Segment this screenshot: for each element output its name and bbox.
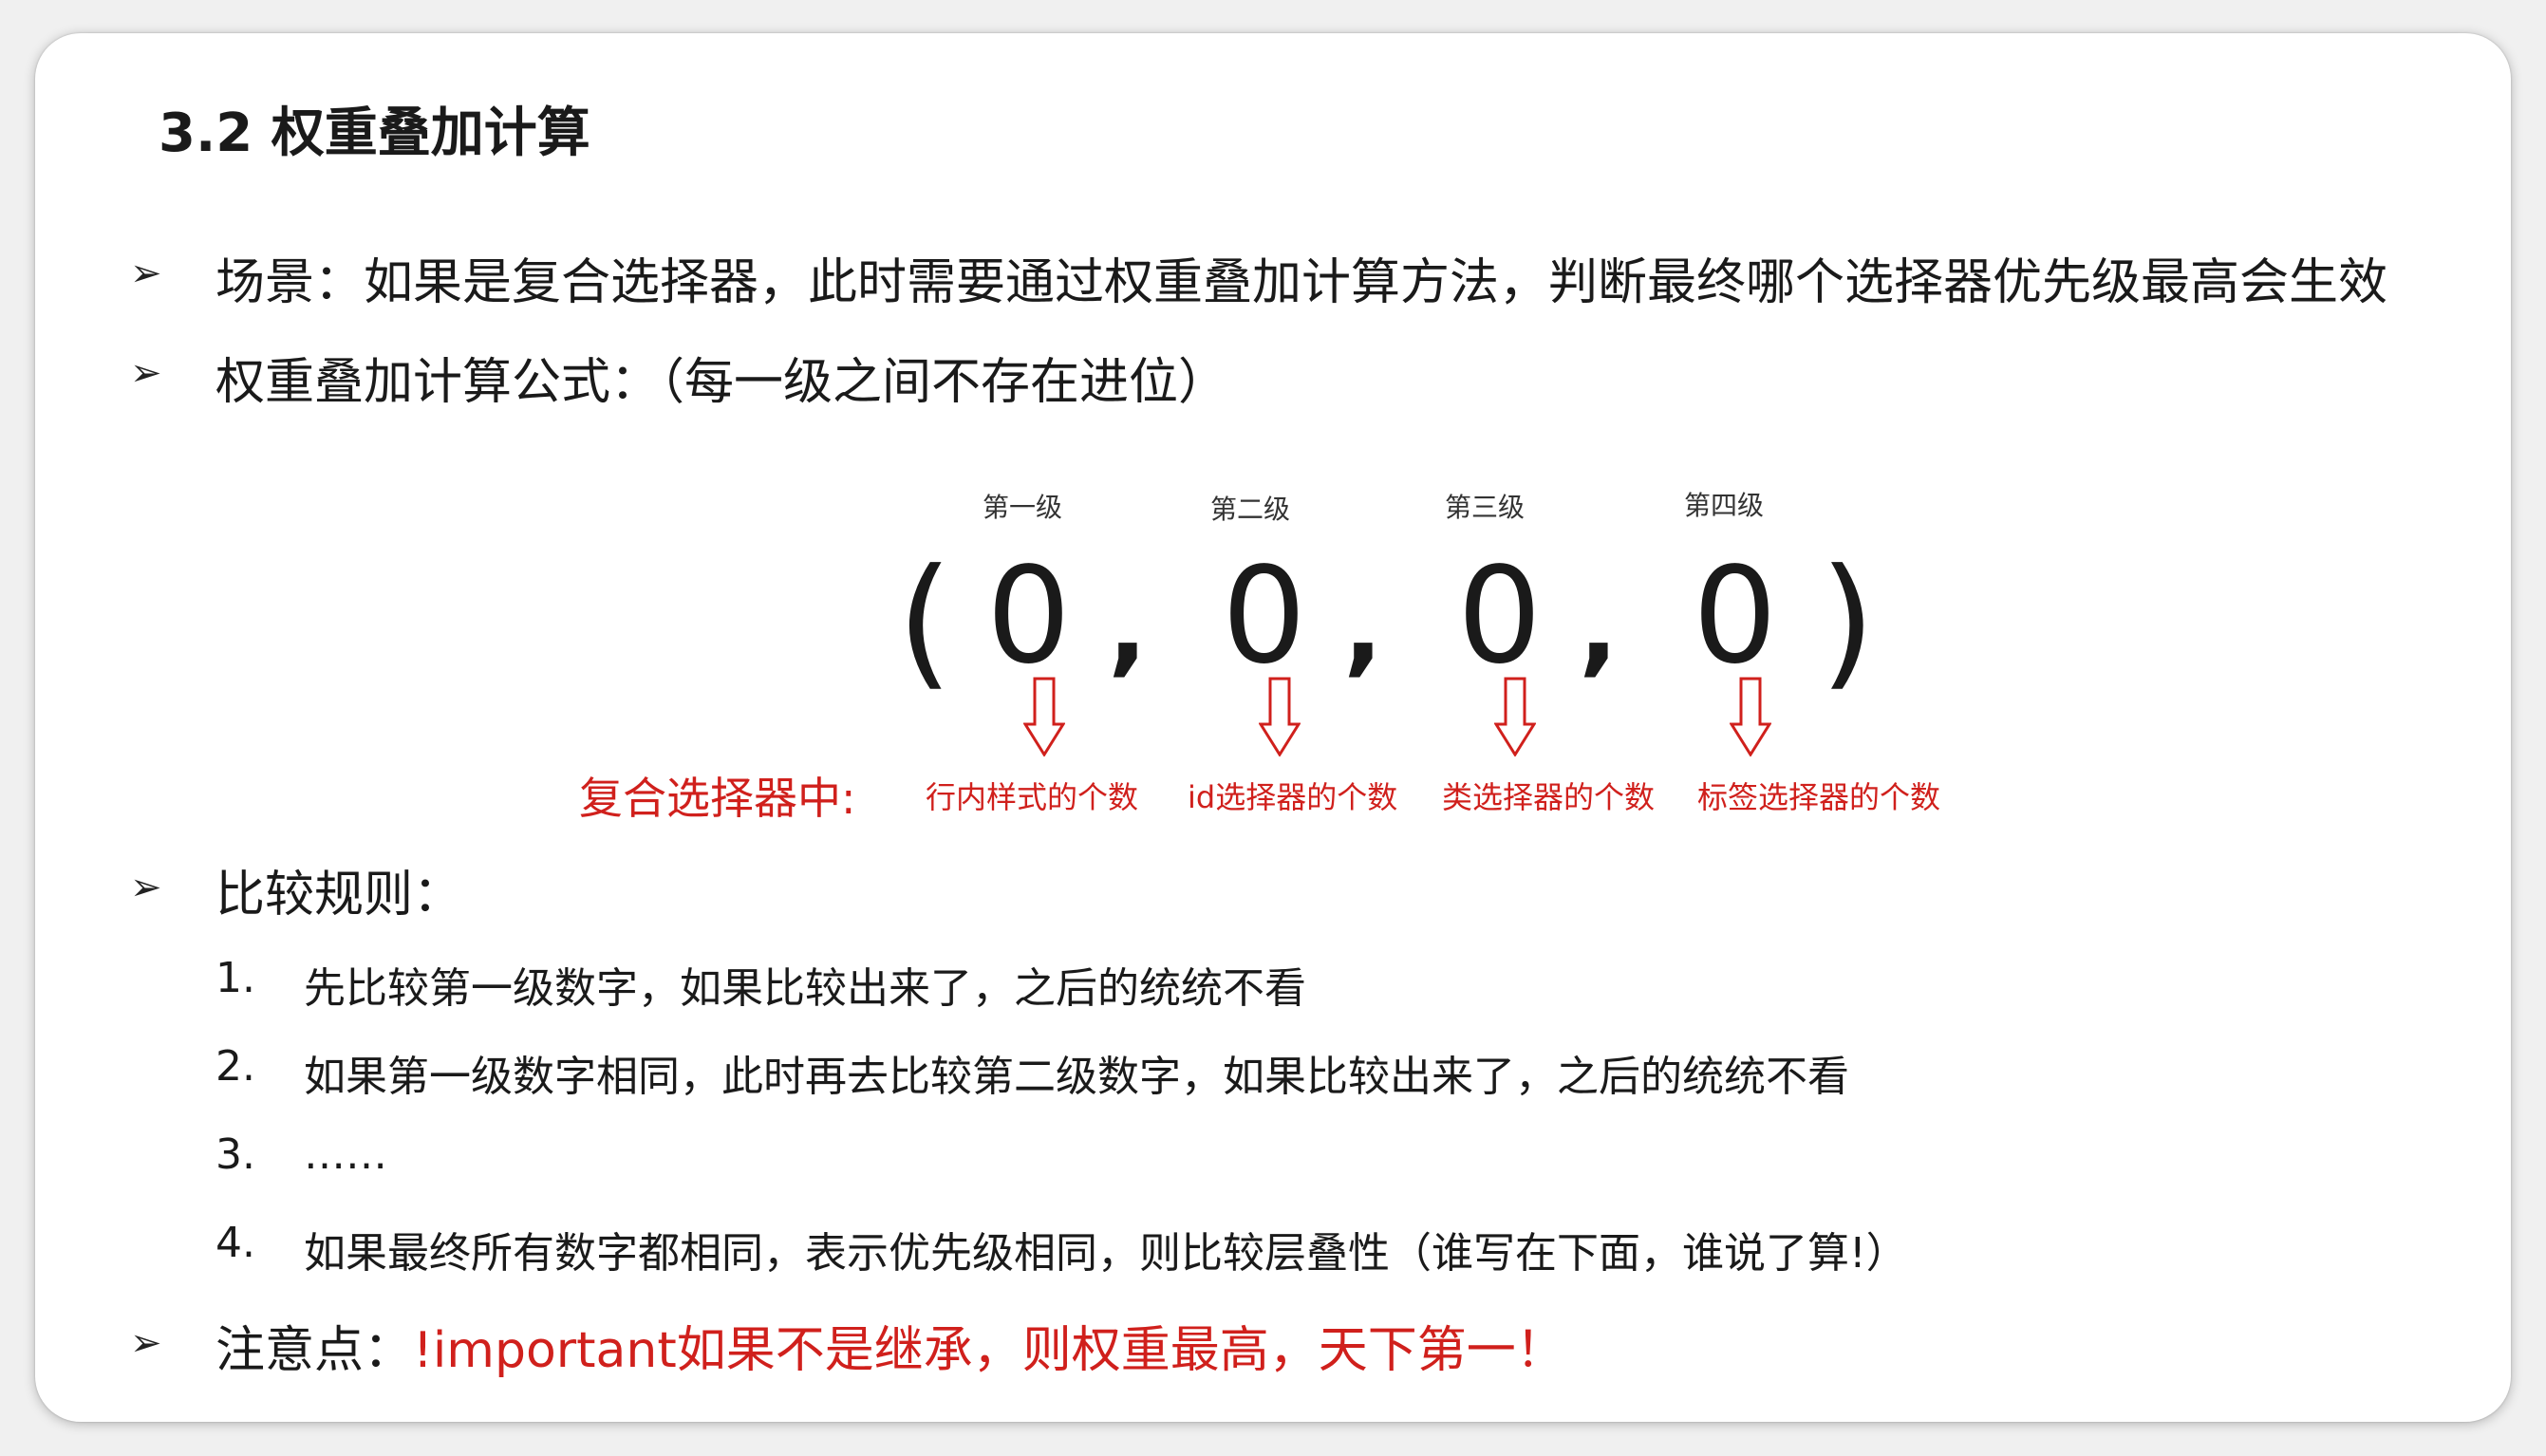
bullet-arrow-icon: ➢ [130, 351, 162, 395]
bullet-arrow-icon: ➢ [130, 1321, 162, 1365]
rule-number: 4. [215, 1219, 255, 1267]
rule-text: …… [304, 1130, 387, 1179]
down-arrow-icon [1730, 677, 1771, 756]
level-1-value: 0 [986, 539, 1072, 694]
tag-selector-count-label: 标签选择器的个数 [1697, 779, 1941, 815]
id-selector-count-label: id选择器的个数 [1188, 779, 1398, 815]
level-2-label: 第二级 [1210, 494, 1291, 525]
level-4-label: 第四级 [1684, 490, 1765, 521]
rule-number: 2. [215, 1042, 255, 1091]
bullet-arrow-icon: ➢ [130, 252, 162, 295]
compound-selector-label: 复合选择器中: [579, 773, 856, 824]
down-arrow-icon [1259, 677, 1301, 756]
scenario-text: 场景：如果是复合选择器，此时需要通过权重叠加计算方法，判断最终哪个选择器优先级最… [215, 254, 2388, 311]
rule-number: 3. [215, 1130, 255, 1179]
rule-number: 1. [215, 954, 255, 1002]
level-2-value: 0 [1222, 539, 1307, 694]
close-paren: ) [1820, 539, 1876, 704]
comma: , [1579, 566, 1619, 687]
level-4-value: 0 [1693, 539, 1778, 694]
level-3-value: 0 [1457, 539, 1543, 694]
class-selector-count-label: 类选择器的个数 [1442, 779, 1656, 815]
rule-text: 如果第一级数字相同，此时再去比较第二级数字，如果比较出来了，之后的统统不看 [304, 1053, 1849, 1101]
down-arrow-icon [1494, 677, 1536, 756]
bullet-arrow-icon: ➢ [130, 866, 162, 909]
level-1-label: 第一级 [983, 492, 1063, 523]
note-line: 注意点：!important如果不是继承，则权重最高，天下第一！ [215, 1310, 1565, 1381]
level-3-label: 第三级 [1445, 492, 1526, 523]
formula-heading: 权重叠加计算公式：（每一级之间不存在进位） [215, 354, 1228, 411]
slide-card: 3.2 权重叠加计算 ➢ 场景：如果是复合选择器，此时需要通过权重叠加计算方法，… [35, 33, 2511, 1422]
important-note: !important如果不是继承，则权重最高，天下第一！ [413, 1322, 1565, 1379]
down-arrow-icon [1023, 677, 1065, 756]
open-paren: ( [897, 539, 953, 704]
note-prefix: 注意点： [215, 1322, 414, 1379]
inline-style-count-label: 行内样式的个数 [926, 779, 1139, 815]
comparison-rules-heading: 比较规则： [215, 867, 463, 924]
rule-text: 先比较第一级数字，如果比较出来了，之后的统统不看 [304, 964, 1306, 1013]
page-title: 3.2 权重叠加计算 [159, 103, 590, 164]
rule-text: 如果最终所有数字都相同，表示优先级相同，则比较层叠性（谁写在下面，谁说了算!） [304, 1229, 1908, 1278]
comma: , [1108, 566, 1148, 687]
comma: , [1343, 566, 1383, 687]
